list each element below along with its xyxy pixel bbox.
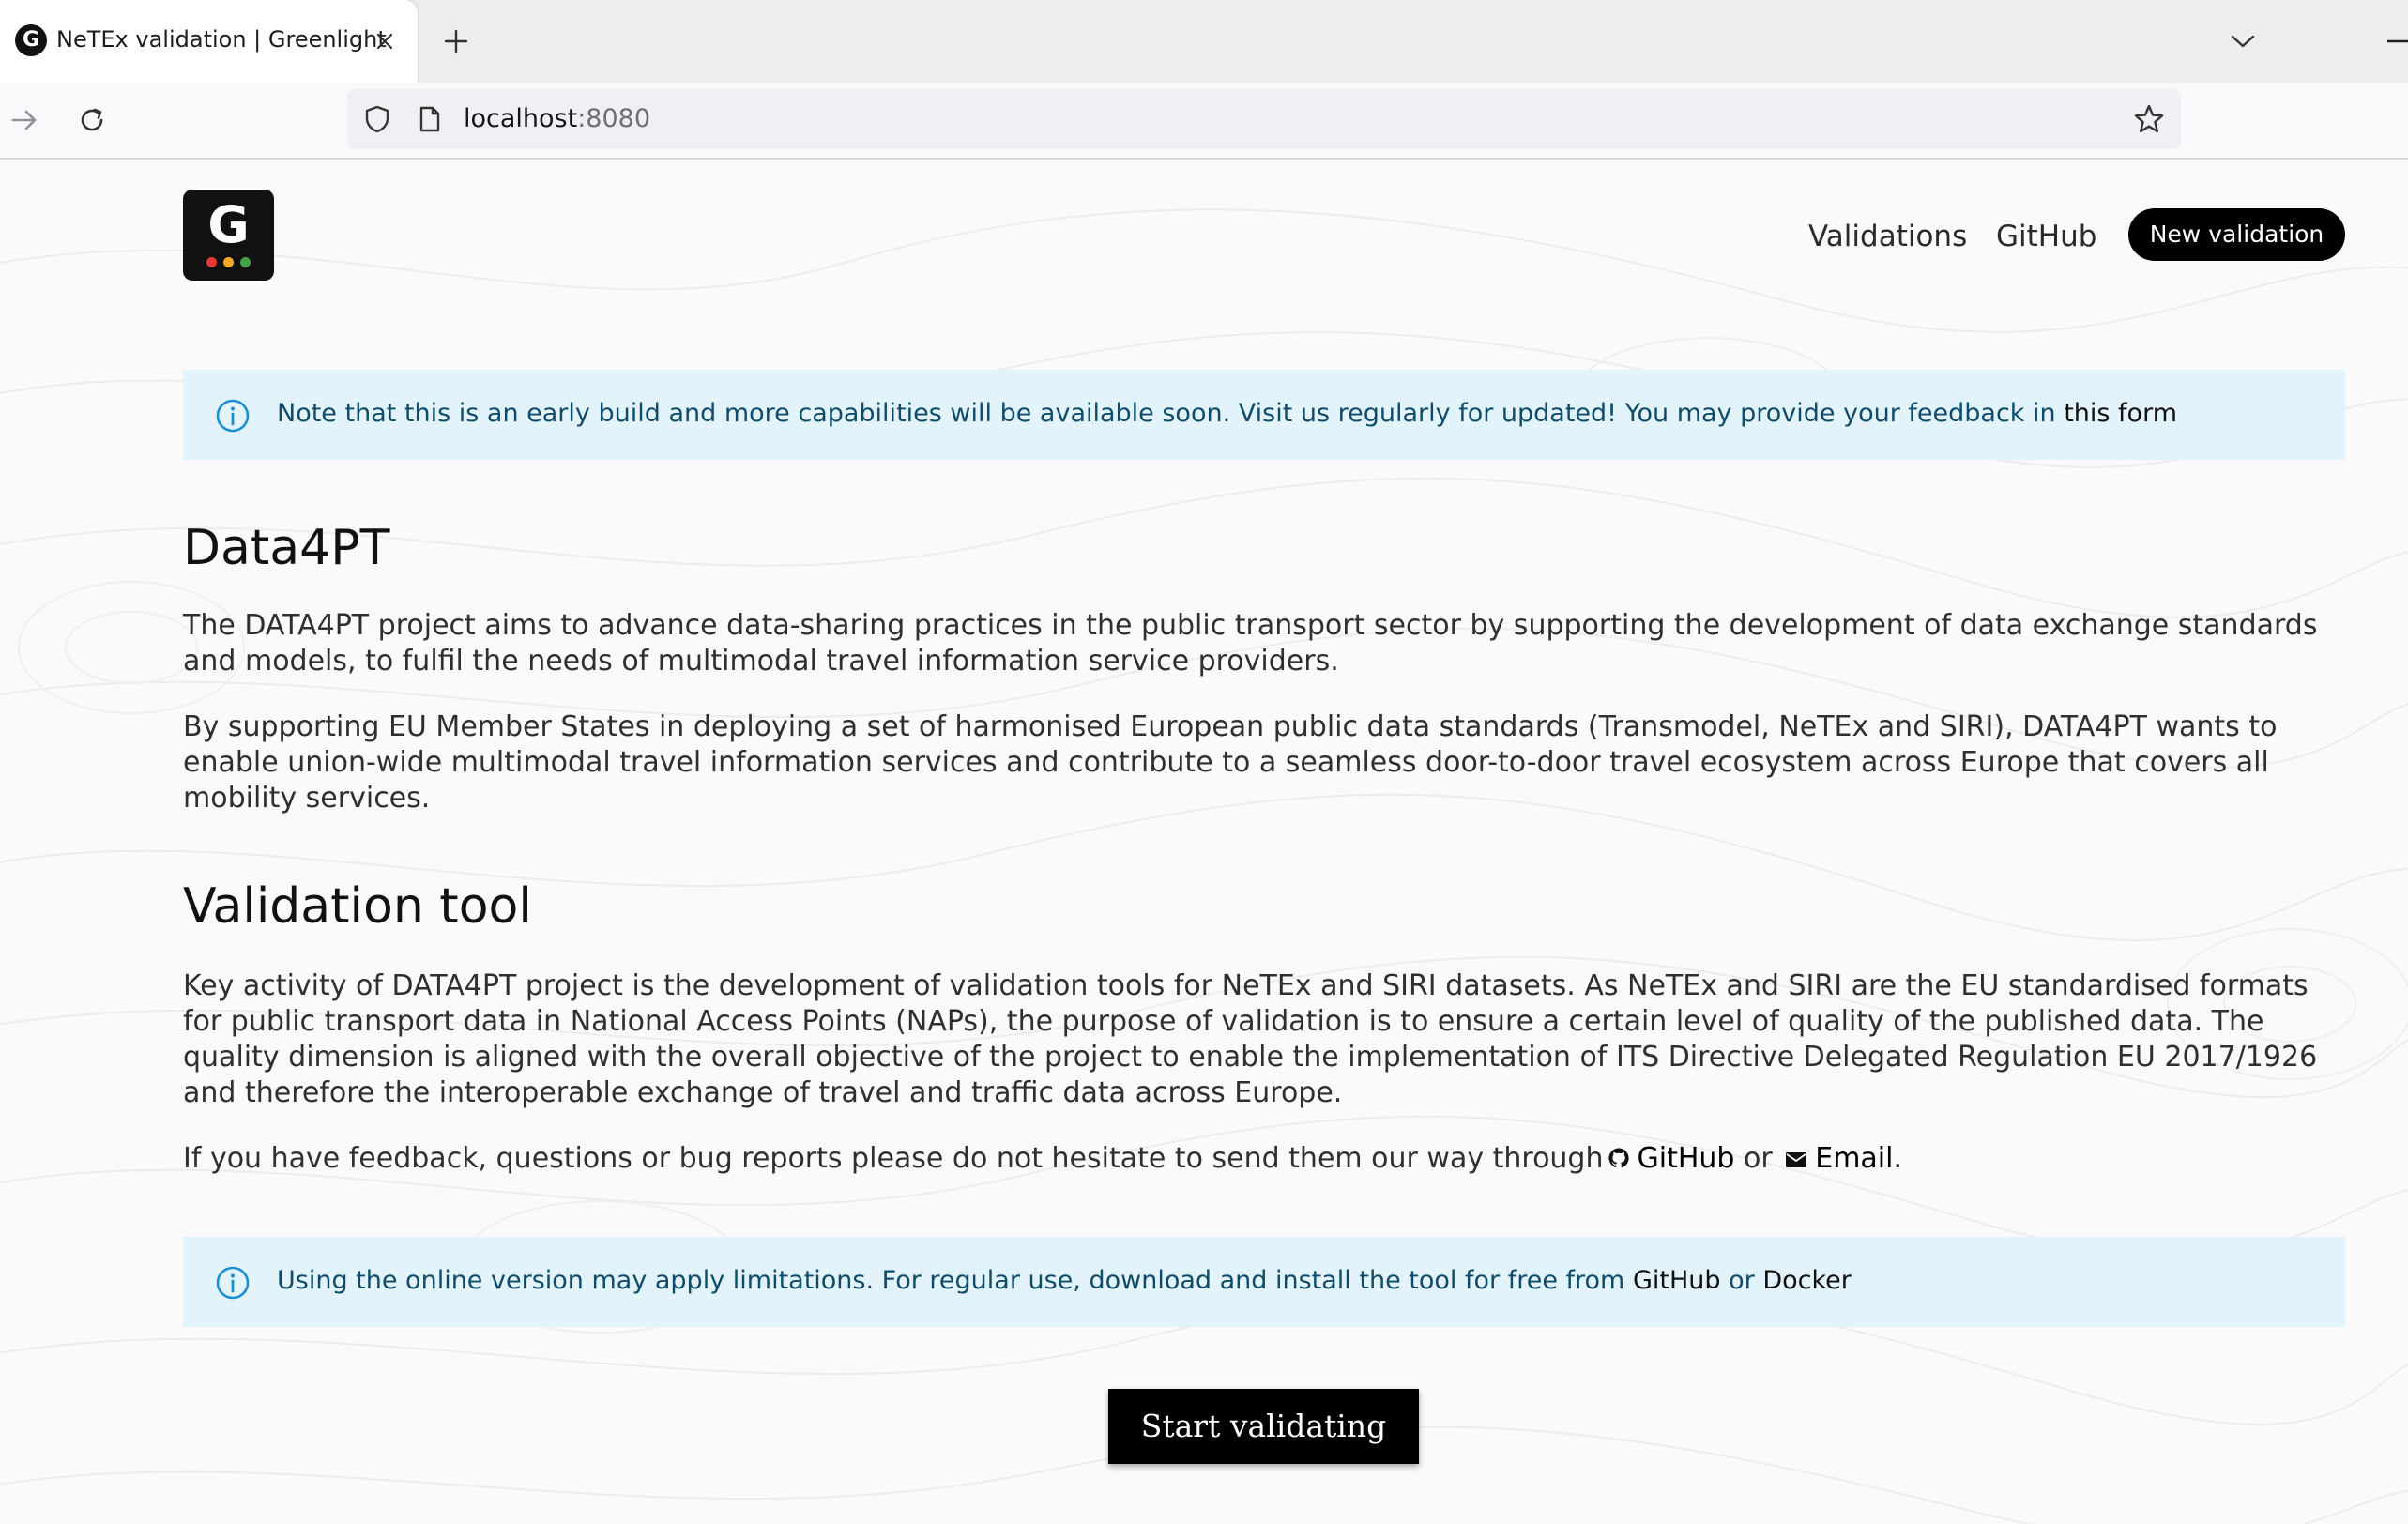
browser-toolbar: localhost:8080 xyxy=(0,83,2408,160)
info-icon xyxy=(216,399,250,433)
notice-or: or xyxy=(1720,1266,1763,1295)
logo-yellow-dot xyxy=(223,257,234,267)
url-text[interactable]: localhost:8080 xyxy=(464,104,650,133)
page-viewport: G Validations GitHub New validation Note… xyxy=(0,160,2408,1524)
close-icon[interactable] xyxy=(366,23,404,60)
new-tab-plus-icon[interactable] xyxy=(437,23,475,60)
validation-tool-paragraph: Key activity of DATA4PT project is the d… xyxy=(183,968,2345,1111)
logo-letter: G xyxy=(207,195,250,254)
page-icon[interactable] xyxy=(413,102,447,136)
info-icon xyxy=(216,1266,250,1300)
online-limitations-notice: Using the online version may apply limit… xyxy=(183,1237,2345,1327)
mail-icon xyxy=(1786,1152,1807,1167)
arrow-right-icon[interactable] xyxy=(6,101,43,139)
url-port: :8080 xyxy=(577,104,651,133)
github-icon xyxy=(1608,1148,1629,1168)
notice-text: Using the online version may apply limit… xyxy=(277,1263,1852,1299)
new-validation-button[interactable]: New validation xyxy=(2128,208,2345,261)
feedback-form-link[interactable]: this form xyxy=(2064,399,2177,428)
nav-link-github[interactable]: GitHub xyxy=(1996,218,2096,255)
text-line: By supporting EU Member States in deploy… xyxy=(183,710,2278,743)
feedback-github-link[interactable]: GitHub xyxy=(1638,1142,1735,1175)
start-validating-button[interactable]: Start validating xyxy=(1108,1389,1419,1464)
chevron-down-icon[interactable] xyxy=(2224,23,2262,60)
greenlight-favicon-icon: G xyxy=(15,24,47,56)
feedback-paragraph: If you have feedback, questions or bug r… xyxy=(183,1141,2345,1177)
notice-message: Using the online version may apply limit… xyxy=(277,1266,1633,1295)
text-line: If you have feedback, questions or bug r… xyxy=(183,1141,2345,1177)
text-line: for public transport data in National Ac… xyxy=(183,1005,2264,1038)
reload-icon[interactable] xyxy=(73,101,111,139)
feedback-or: or xyxy=(1734,1142,1782,1175)
feedback-end: . xyxy=(1893,1142,1903,1175)
download-docker-link[interactable]: Docker xyxy=(1762,1266,1852,1295)
text-line: mobility services. xyxy=(183,782,431,815)
validation-tool-heading: Validation tool xyxy=(183,878,532,935)
notice-message: Note that this is an early build and mor… xyxy=(277,399,2065,428)
nav-link-validations[interactable]: Validations xyxy=(1808,218,1967,255)
browser-tabstrip: G NeTEx validation | Greenlight xyxy=(0,0,2408,83)
download-github-link[interactable]: GitHub xyxy=(1633,1266,1721,1295)
text-line: and models, to fulfil the needs of multi… xyxy=(183,645,1339,678)
data4pt-paragraph-2: By supporting EU Member States in deploy… xyxy=(183,709,2345,816)
early-build-notice: Note that this is an early build and mor… xyxy=(183,370,2345,460)
logo-red-dot xyxy=(206,257,217,267)
text-line: quality dimension is aligned with the ov… xyxy=(183,1041,2318,1074)
url-host: localhost xyxy=(464,104,578,133)
star-icon[interactable] xyxy=(2130,100,2168,138)
notice-text: Note that this is an early build and mor… xyxy=(277,396,2177,432)
address-bar[interactable]: localhost:8080 xyxy=(347,89,2181,149)
page-container: G Validations GitHub New validation Note… xyxy=(183,160,2345,1524)
feedback-prefix: If you have feedback, questions or bug r… xyxy=(183,1142,1604,1175)
greenlight-logo[interactable]: G xyxy=(183,190,274,281)
data4pt-paragraph-1: The DATA4PT project aims to advance data… xyxy=(183,608,2345,679)
text-line: Key activity of DATA4PT project is the d… xyxy=(183,969,2309,1002)
logo-green-dot xyxy=(240,257,251,267)
text-line: The DATA4PT project aims to advance data… xyxy=(183,609,2318,642)
minimize-window-icon[interactable] xyxy=(2384,23,2408,60)
text-line: and therefore the interoperable exchange… xyxy=(183,1076,1343,1109)
browser-tab-active[interactable]: G NeTEx validation | Greenlight xyxy=(0,0,418,83)
shield-icon[interactable] xyxy=(360,102,394,136)
text-line: enable union-wide multimodal travel info… xyxy=(183,746,2269,779)
data4pt-heading: Data4PT xyxy=(183,520,390,576)
tab-title: NeTEx validation | Greenlight xyxy=(56,26,387,53)
feedback-email-link[interactable]: Email xyxy=(1815,1142,1893,1175)
